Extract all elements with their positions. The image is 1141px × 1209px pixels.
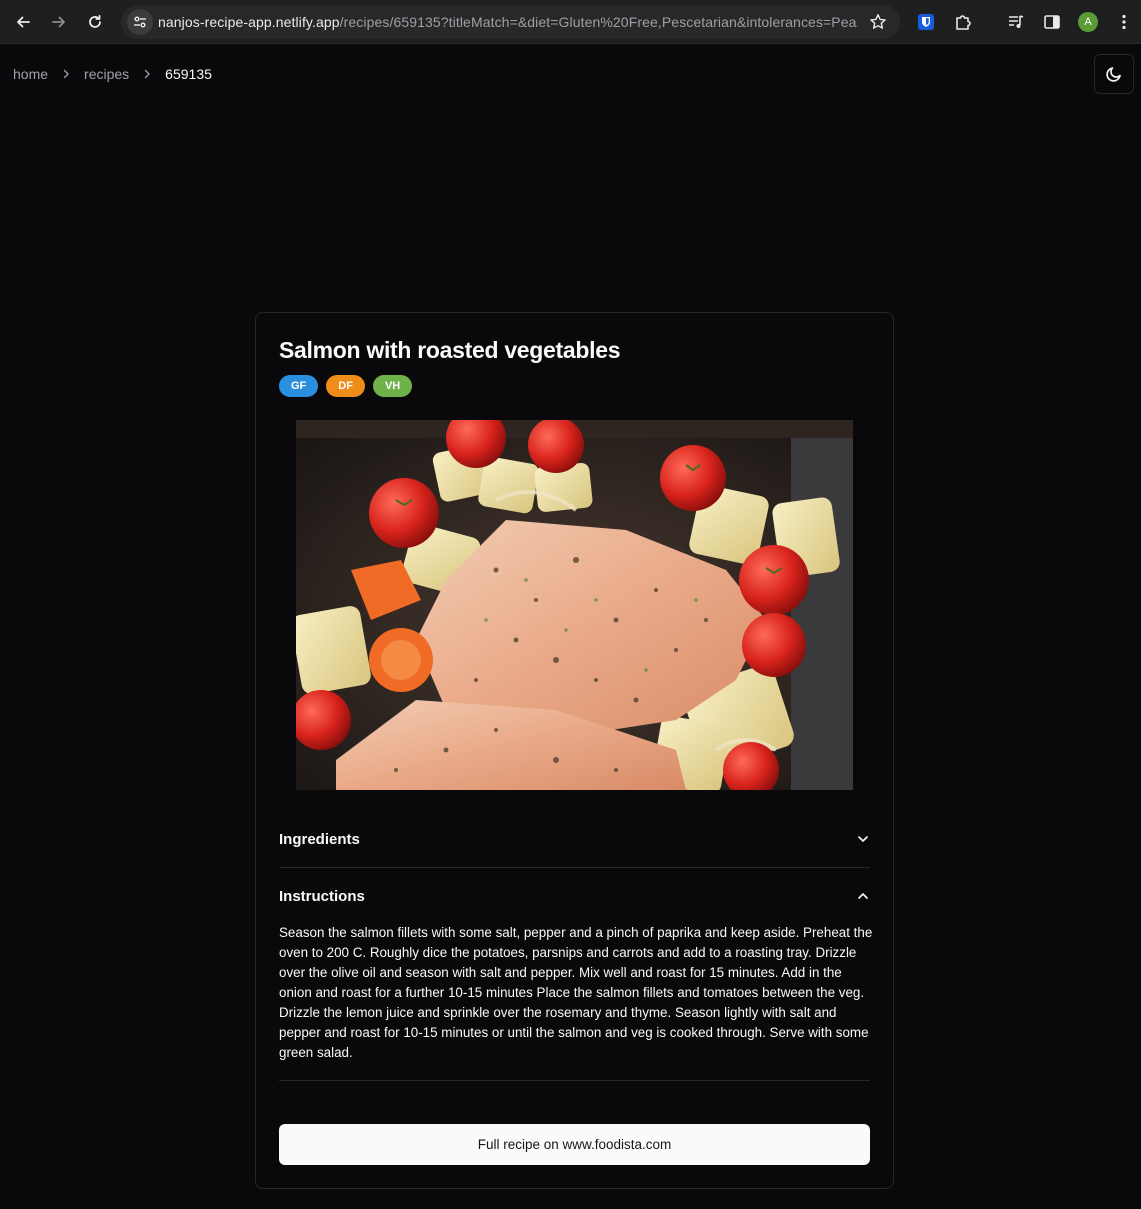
instructions-heading: Instructions (279, 887, 365, 905)
side-panel-button[interactable] (1040, 10, 1064, 34)
puzzle-icon (956, 15, 971, 30)
section-divider (279, 867, 870, 868)
bitwarden-extension-button[interactable] (914, 10, 938, 34)
url-text: nanjos-recipe-app.netlify.app/recipes/65… (158, 14, 858, 30)
chevron-down-icon (858, 836, 868, 842)
breadcrumb-current-page: 659135 (165, 66, 212, 82)
browser-menu-button[interactable] (1112, 10, 1136, 34)
breadcrumb-separator (48, 69, 84, 79)
bookmark-button[interactable] (868, 12, 888, 32)
ingredients-heading: Ingredients (279, 830, 360, 848)
playlist-icon (1009, 15, 1024, 28)
side-panel-icon (1044, 15, 1060, 29)
arrow-right-icon (52, 16, 65, 28)
ingredients-accordion-trigger[interactable]: Ingredients (279, 824, 870, 854)
full-recipe-button[interactable]: Full recipe on www.foodista.com (279, 1124, 870, 1165)
forward-button[interactable] (45, 8, 73, 36)
recipe-card: Salmon with roasted vegetables GF DF VH (255, 312, 894, 1189)
profile-initial: A (1084, 16, 1092, 28)
tune-icon (134, 16, 146, 28)
recipe-image (296, 420, 853, 790)
moon-icon (1106, 67, 1121, 82)
reload-icon (89, 14, 101, 28)
address-bar[interactable]: nanjos-recipe-app.netlify.app/recipes/65… (121, 5, 900, 39)
media-controls-button[interactable] (1004, 10, 1028, 34)
section-divider (279, 1080, 870, 1081)
chevron-right-icon (145, 69, 150, 79)
site-info-button[interactable] (127, 9, 153, 35)
breadcrumb-home-link[interactable]: home (13, 66, 48, 82)
browser-toolbar: nanjos-recipe-app.netlify.app/recipes/65… (0, 0, 1141, 44)
instructions-accordion-trigger[interactable]: Instructions (279, 881, 870, 911)
breadcrumb-recipes-link[interactable]: recipes (84, 66, 129, 82)
reload-button[interactable] (81, 8, 109, 36)
theme-toggle-button[interactable] (1094, 54, 1134, 94)
back-button[interactable] (9, 8, 37, 36)
diet-badges: GF DF VH (279, 375, 413, 397)
recipe-title: Salmon with roasted vegetables (279, 337, 621, 363)
profile-avatar[interactable]: A (1078, 12, 1098, 32)
arrow-left-icon (17, 16, 30, 28)
star-icon (870, 14, 886, 29)
diet-badge-df: DF (326, 375, 365, 397)
more-vertical-icon (1122, 14, 1126, 30)
diet-badge-gf: GF (279, 375, 319, 397)
recipe-photo-illustration (296, 420, 853, 790)
diet-badge-vh: VH (372, 375, 413, 397)
chevron-right-icon (63, 69, 69, 79)
url-path: /recipes/659135?titleMatch=&diet=Gluten%… (339, 14, 858, 30)
shield-icon (918, 14, 934, 30)
breadcrumb: home recipes 659135 (13, 66, 212, 82)
url-host: nanjos-recipe-app.netlify.app (158, 14, 340, 30)
extensions-button[interactable] (951, 10, 975, 34)
breadcrumb-separator (129, 69, 165, 79)
chevron-up-icon (858, 893, 868, 899)
instructions-text: Season the salmon fillets with some salt… (279, 925, 873, 1060)
